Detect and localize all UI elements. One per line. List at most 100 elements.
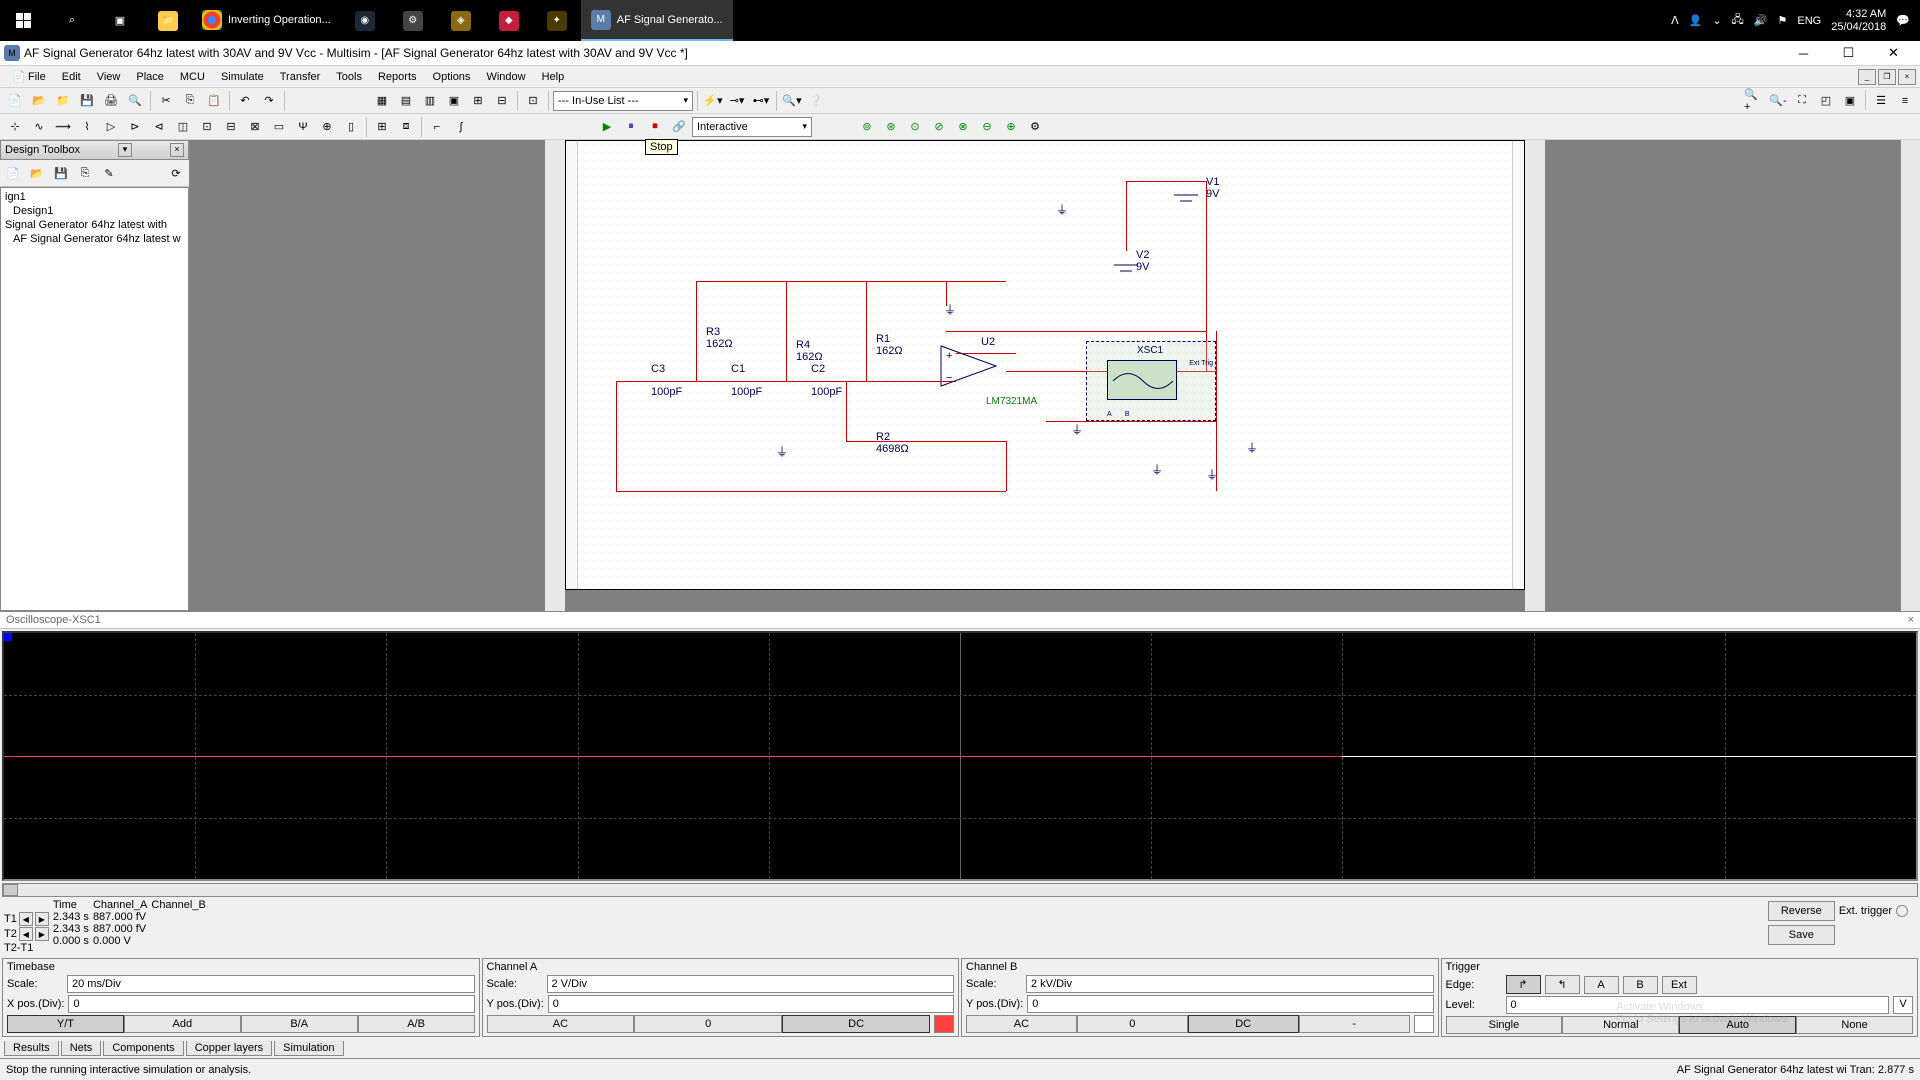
tray-lang[interactable]: ENG [1797,15,1821,27]
comp-c1[interactable]: C1100pF [731,363,762,398]
tab-copper[interactable]: Copper layers [186,1041,272,1056]
sim4-icon[interactable]: ⊘ [928,116,950,138]
mode-yt[interactable]: Y/T [7,1015,124,1033]
mode-ba[interactable]: B/A [241,1015,358,1033]
probe2-icon[interactable]: ⊸▾ [726,90,748,112]
undo-icon[interactable]: ↶ [234,90,256,112]
comp18-icon[interactable]: ⌐ [426,116,448,138]
mode-dropdown[interactable]: Interactive [692,117,812,137]
osc-close-icon[interactable]: × [1908,614,1914,626]
mdi-minimize[interactable]: _ [1858,69,1876,85]
tray-clock[interactable]: 4:32 AM25/04/2018 [1831,8,1886,34]
schematic-canvas[interactable]: A B C D E A B C D E [565,140,1525,590]
grid5-icon[interactable]: ⊞ [467,90,489,112]
comp13-icon[interactable]: Ψ [292,116,314,138]
menu-view[interactable]: View [89,69,129,85]
tab-results[interactable]: Results [4,1041,59,1056]
cha-dc[interactable]: DC [782,1015,930,1033]
grid3-icon[interactable]: ▥ [419,90,441,112]
tab-simulation[interactable]: Simulation [274,1041,343,1056]
comp8-icon[interactable]: ◫ [172,116,194,138]
copy-icon[interactable]: ⎘ [179,90,201,112]
dt-close-icon[interactable]: × [170,143,184,157]
chb-scale-input[interactable] [1026,975,1434,993]
comp-u2-part[interactable]: LM7321MA [986,396,1037,407]
ground-icon[interactable]: ⏚ [1246,439,1258,456]
tree-item[interactable]: ign1 [3,190,186,204]
comp11-icon[interactable]: ⊠ [244,116,266,138]
sim3-icon[interactable]: ⊙ [904,116,926,138]
paste-icon[interactable]: 📋 [203,90,225,112]
battery-v1[interactable] [1174,189,1204,209]
ground-icon[interactable]: ⏚ [1071,421,1083,438]
fullscreen-icon[interactable]: ▣ [1839,90,1861,112]
tree-item[interactable]: Design1 [3,204,186,218]
chb-ac[interactable]: AC [966,1015,1077,1033]
cha-zero[interactable]: 0 [634,1015,782,1033]
menu-simulate[interactable]: Simulate [213,69,272,85]
reverse-button[interactable]: Reverse [1768,901,1835,921]
mode-add[interactable]: Add [124,1015,241,1033]
chb-zero[interactable]: 0 [1077,1015,1188,1033]
start-button[interactable] [0,0,48,41]
maximize-button[interactable]: ☐ [1826,41,1871,66]
tray-notifications-icon[interactable]: 💬 [1896,14,1910,27]
menu-help[interactable]: Help [534,69,573,85]
timebase-xpos-input[interactable] [68,995,474,1013]
open-icon[interactable]: 📂 [28,90,50,112]
comp-r3[interactable]: R3162Ω [706,326,733,350]
dt-rename-icon[interactable]: ✎ [98,162,120,184]
cha-ypos-input[interactable] [548,995,954,1013]
zoom-icon[interactable]: 🔍▾ [781,90,803,112]
comp19-icon[interactable]: ∫ [450,116,472,138]
trigger-level-input[interactable] [1506,996,1890,1014]
taskbar-app2-icon[interactable]: ⚙ [389,0,437,41]
ground-icon[interactable]: ⏚ [944,301,956,318]
taskbar-app5-icon[interactable]: ✦ [533,0,581,41]
sim2-icon[interactable]: ⊛ [880,116,902,138]
tray-volume-icon[interactable]: 🔊 [1754,14,1768,27]
sim5-icon[interactable]: ⊗ [952,116,974,138]
cha-color-indicator[interactable] [934,1015,954,1033]
ground-icon[interactable]: ⏚ [1056,201,1068,218]
comp-c3[interactable]: C3100pF [651,363,682,398]
dt-open-icon[interactable]: 📂 [26,162,48,184]
dt-dropdown-icon[interactable]: ▾ [118,143,132,157]
edge-rising[interactable]: ↱ [1506,975,1541,994]
edge-b[interactable]: B [1623,976,1658,994]
inuse-dropdown[interactable]: --- In-Use List --- [553,91,693,111]
task-view-icon[interactable]: ▣ [96,0,144,41]
cursor-t1[interactable] [4,633,12,641]
t2-right[interactable]: ▶ [35,927,49,941]
cha-scale-input[interactable] [547,975,955,993]
taskbar-app3-icon[interactable]: ◈ [437,0,485,41]
edge-falling[interactable]: ↰ [1545,975,1580,994]
comp3-icon[interactable]: ⟿ [52,116,74,138]
menu-window[interactable]: Window [478,69,533,85]
menu-mcu[interactable]: MCU [172,69,213,85]
list2-icon[interactable]: ≡ [1894,90,1916,112]
help-icon[interactable]: ❔ [805,90,827,112]
t1-left[interactable]: ◀ [19,912,33,926]
comp6-icon[interactable]: ⊳ [124,116,146,138]
preview-icon[interactable]: 🔍 [124,90,146,112]
mdi-close[interactable]: × [1898,69,1916,85]
taskbar-search-icon[interactable]: ⌕ [48,0,96,41]
close-button[interactable]: ✕ [1871,41,1916,66]
menu-place[interactable]: Place [128,69,172,85]
interactive-icon[interactable]: 🔗 [668,116,690,138]
probe3-icon[interactable]: ⊷▾ [750,90,772,112]
comp4-icon[interactable]: ⌇ [76,116,98,138]
tray-people-icon[interactable]: 👤 [1689,14,1703,27]
edge-a[interactable]: A [1584,976,1619,994]
trig-single[interactable]: Single [1446,1016,1563,1034]
grid6-icon[interactable]: ⊟ [491,90,513,112]
osc-hscrollbar[interactable] [2,883,1918,897]
comp7-icon[interactable]: ⊲ [148,116,170,138]
right-instrument-dock[interactable] [1900,140,1920,611]
run-button[interactable]: ▶ [596,116,618,138]
tray-down-icon[interactable]: ⌄ [1712,14,1721,27]
comp-v1[interactable]: V19V [1206,176,1219,200]
zoom-area-icon[interactable]: ◰ [1815,90,1837,112]
oscilloscope-screen[interactable] [2,631,1918,881]
